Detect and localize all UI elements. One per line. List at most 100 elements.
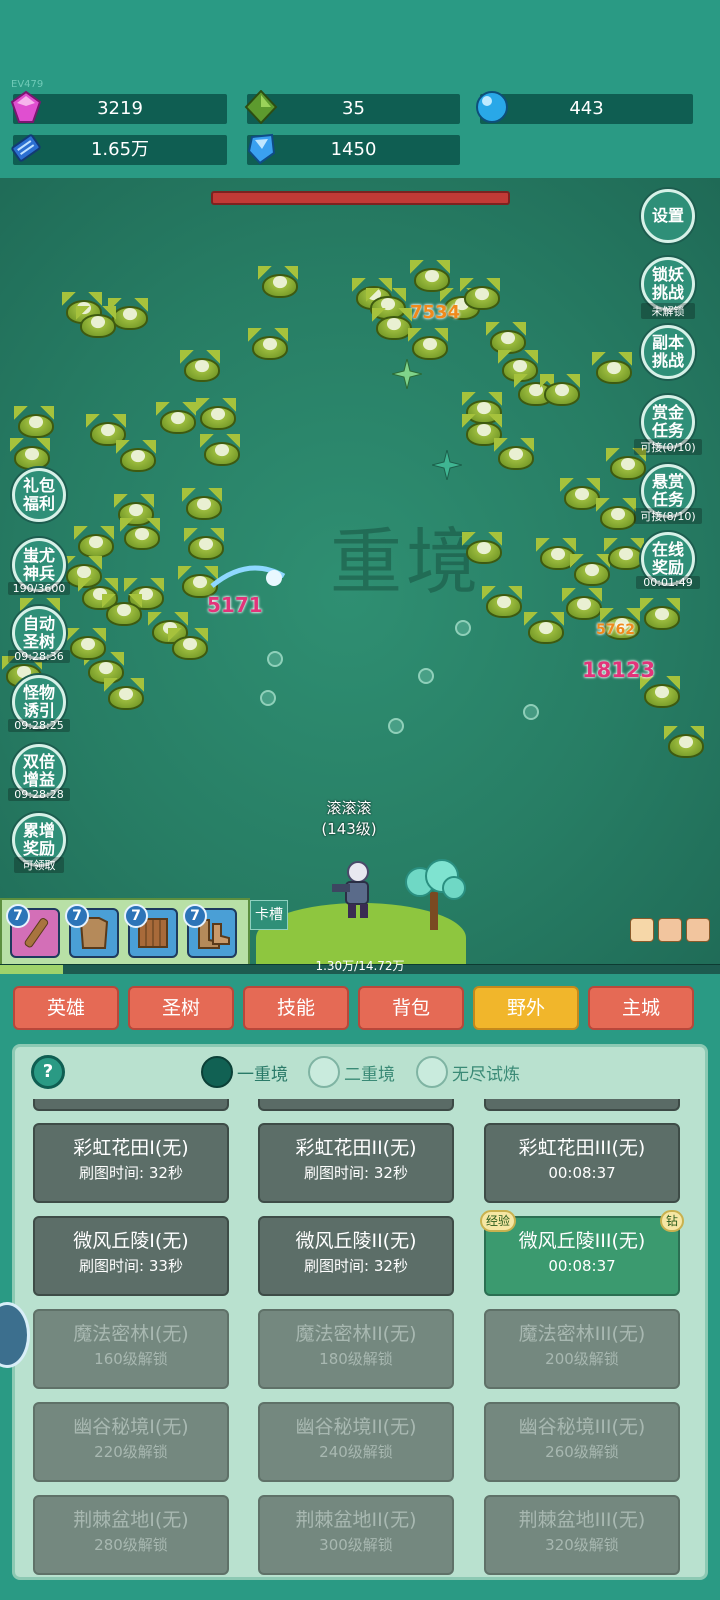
blue-book-icon: [11, 134, 41, 162]
boots-slot[interactable]: 7: [183, 904, 237, 958]
horned-slime-monster: [408, 328, 448, 360]
shuriken-icon: [392, 359, 422, 389]
tab-hero[interactable]: 英雄: [13, 986, 119, 1030]
horned-slime-monster: [604, 538, 644, 570]
map-card: 荆棘盆地I(无) 280级解锁: [33, 1495, 229, 1575]
map-card: 荆棘盆地II(无) 300级解锁: [258, 1495, 454, 1575]
realm-radio-1[interactable]: 一重境: [201, 1055, 288, 1089]
horned-slime-monster: [258, 266, 298, 298]
realm-label: 一重境: [237, 1064, 288, 1085]
slot-level: 7: [183, 904, 207, 928]
shards-value: 1450: [330, 139, 377, 160]
blue-orb-icon: [476, 91, 508, 123]
horned-slime-monster: [524, 612, 564, 644]
realm-label: 无尽试炼: [452, 1064, 520, 1085]
dungeon-challenge-button[interactable]: 副本挑战: [641, 325, 695, 379]
tab-wilderness[interactable]: 野外: [473, 986, 579, 1030]
battle-field[interactable]: 重境 7534 5171 18123 5762 滚滚滚 (143级) 设置 锁妖…: [0, 178, 720, 972]
map-card[interactable]: 微风丘陵II(无) 刷图时间: 32秒: [258, 1216, 454, 1296]
face-icon[interactable]: [686, 918, 710, 942]
pink-gem-icon: [10, 90, 42, 123]
horned-slime-monster: [120, 518, 160, 550]
horned-slime-monster: [494, 438, 534, 470]
map-title: 幽谷秘境III(无): [518, 1416, 646, 1438]
map-subtitle: 320级解锁: [545, 1536, 619, 1554]
horned-slime-monster: [66, 628, 106, 660]
map-subtitle: 刷图时间: 32秒: [304, 1164, 408, 1182]
chiyou-weapon-progress: 190/3600: [8, 582, 70, 595]
hero-character[interactable]: [330, 860, 380, 920]
map-title: 幽谷秘境I(无): [73, 1416, 189, 1438]
settings-button[interactable]: 设置: [641, 189, 695, 243]
map-title: 微风丘陵II(无): [295, 1230, 417, 1252]
bubble: [267, 651, 283, 667]
map-card[interactable]: 彩虹花田I(无) 刷图时间: 32秒: [33, 1123, 229, 1203]
map-title: 荆棘盆地III(无): [518, 1509, 646, 1531]
horned-slime-monster: [664, 726, 704, 758]
map-subtitle: 00:08:37: [548, 1257, 616, 1275]
map-card[interactable]: 微风丘陵III(无) 00:08:37 经验 钻: [480, 1210, 684, 1296]
tab-sacred-tree[interactable]: 圣树: [128, 986, 234, 1030]
map-title: 幽谷秘境II(无): [295, 1416, 417, 1438]
horned-slime-monster: [640, 598, 680, 630]
card-slot-button[interactable]: 卡槽: [250, 900, 288, 930]
horned-slime-monster: [592, 352, 632, 384]
chat-icon[interactable]: [630, 918, 654, 942]
armor-slot[interactable]: 7: [65, 904, 119, 958]
map-card-partial: [33, 1099, 229, 1111]
diamond-badge: 钻: [659, 1210, 684, 1232]
shield-slot[interactable]: 7: [124, 904, 178, 958]
radio-dot: [416, 1056, 448, 1088]
help-button[interactable]: ?: [31, 1055, 65, 1089]
map-subtitle: 280级解锁: [94, 1536, 168, 1554]
horned-slime-monster: [562, 588, 602, 620]
bubble: [388, 718, 404, 734]
exp-badge: 经验: [480, 1210, 517, 1232]
map-card[interactable]: 微风丘陵I(无) 刷图时间: 33秒: [33, 1216, 229, 1296]
realm-radio-3[interactable]: 无尽试炼: [416, 1055, 520, 1089]
tab-skills[interactable]: 技能: [243, 986, 349, 1030]
map-card: 荆棘盆地III(无) 320级解锁: [484, 1495, 680, 1575]
books-value: 1.65万: [90, 139, 150, 160]
realm-radio-2[interactable]: 二重境: [308, 1055, 395, 1089]
boss-health-bar: [211, 191, 510, 205]
slot-level: 7: [124, 904, 148, 928]
horned-slime-monster: [74, 526, 114, 558]
map-card: 幽谷秘境II(无) 240级解锁: [258, 1402, 454, 1482]
horned-slime-monster: [168, 628, 208, 660]
horned-slime-monster: [156, 402, 196, 434]
map-subtitle: 刷图时间: 32秒: [79, 1164, 183, 1182]
horned-slime-monster: [372, 308, 412, 340]
horned-slime-monster: [560, 478, 600, 510]
weapon-slot[interactable]: 7: [6, 904, 60, 958]
face-icon[interactable]: [658, 918, 682, 942]
slot-level: 7: [65, 904, 89, 928]
resource-gems: 3219: [13, 94, 227, 124]
map-title: 微风丘陵I(无): [73, 1230, 189, 1252]
map-card-partial: [484, 1099, 680, 1111]
reward-task-status: 可接(8/10): [634, 508, 702, 524]
tab-backpack[interactable]: 背包: [358, 986, 464, 1030]
gift-pack-button[interactable]: 礼包福利: [12, 468, 66, 522]
map-title: 魔法密林III(无): [518, 1323, 646, 1345]
map-subtitle: 260级解锁: [545, 1443, 619, 1461]
main-tabs: 英雄 圣树 技能 背包 野外 主城: [0, 974, 720, 1034]
horned-slime-monster: [182, 488, 222, 520]
online-reward-timer: 00:01:49: [636, 576, 700, 589]
horned-slime-monster: [10, 438, 50, 470]
resource-shards: 1450: [247, 135, 460, 165]
tab-main-city[interactable]: 主城: [588, 986, 694, 1030]
resource-books: 1.65万: [13, 135, 227, 165]
map-card[interactable]: 彩虹花田III(无) 00:08:37: [484, 1123, 680, 1203]
blue-shard-icon: [247, 133, 276, 165]
demon-lock-status: 未解锁: [641, 303, 695, 319]
horned-slime-monster: [104, 678, 144, 710]
horned-slime-monster: [200, 434, 240, 466]
map-card-partial: [258, 1099, 454, 1111]
map-card[interactable]: 彩虹花田II(无) 刷图时间: 32秒: [258, 1123, 454, 1203]
sacred-tree-icon: [405, 859, 466, 930]
bounty-task-status: 可接(0/10): [634, 439, 702, 455]
horned-slime-monster: [596, 498, 636, 530]
map-subtitle: 300级解锁: [319, 1536, 393, 1554]
map-title: 魔法密林I(无): [73, 1323, 189, 1345]
